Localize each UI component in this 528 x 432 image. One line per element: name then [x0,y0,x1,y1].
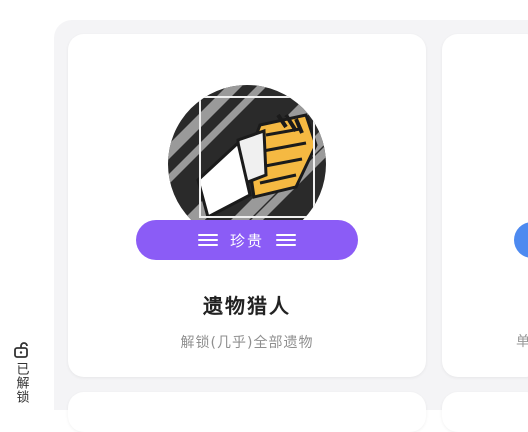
decor-lines-right-icon [276,234,296,246]
achievement-card-row2-right[interactable] [442,392,528,432]
achievement-card-row2-left[interactable] [68,392,426,432]
unlocked-label: 已解锁 [13,362,29,404]
unlock-icon [14,342,28,358]
unlocked-filter[interactable]: 已解锁 [8,342,34,410]
rarity-label: 珍贵 [229,231,264,250]
decor-lines-left-icon [197,234,218,246]
achievement-title: 遗物猎人 [203,294,291,318]
achievement-card-next[interactable] [442,34,528,377]
achievement-description: 解锁(几乎)全部遗物 [180,335,314,351]
next-achievement-description: 单 [516,334,528,350]
rarity-pill: 珍贵 [136,220,358,260]
